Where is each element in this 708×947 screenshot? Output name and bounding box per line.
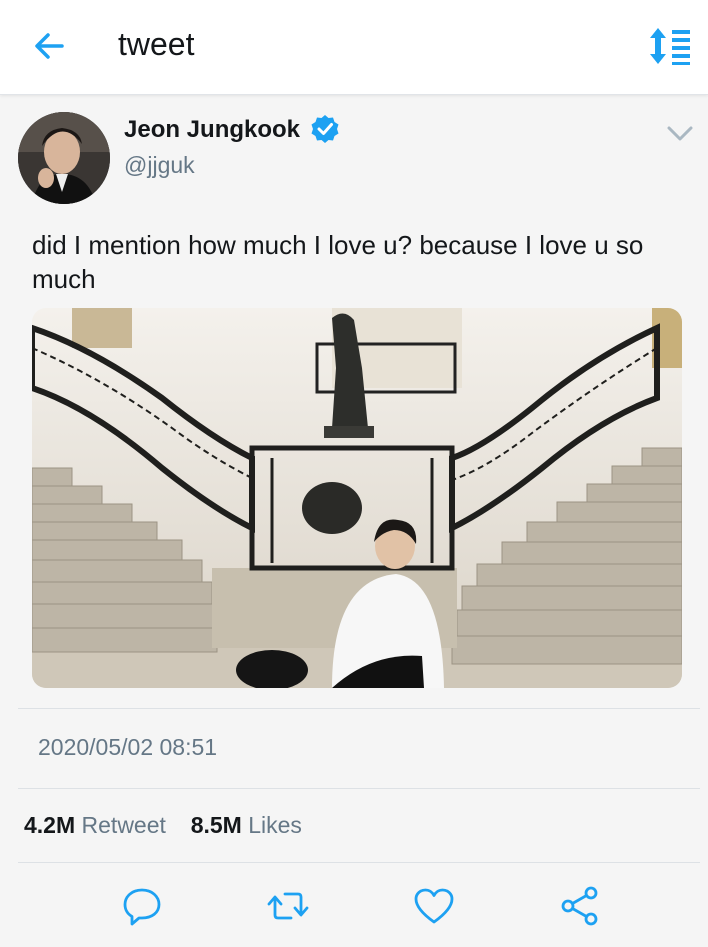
avatar[interactable] — [18, 112, 110, 204]
tweet-text: did I mention how much I love u? because… — [32, 230, 644, 294]
chevron-down-icon[interactable] — [664, 120, 696, 146]
retweet-label[interactable]: Retweet — [82, 812, 166, 838]
verified-badge-icon — [311, 115, 339, 143]
share-icon[interactable] — [558, 884, 602, 928]
user-handle[interactable]: @jjguk — [124, 152, 195, 179]
tweet-photo[interactable] — [32, 308, 682, 688]
like-count[interactable]: 8.5M — [191, 812, 242, 838]
retweet-count[interactable]: 4.2M — [24, 812, 75, 838]
reply-icon[interactable] — [120, 884, 164, 928]
divider — [18, 862, 700, 863]
likes-label[interactable]: Likes — [248, 812, 302, 838]
user-name[interactable]: Jeon Jungkook — [124, 116, 300, 144]
sort-icon[interactable] — [646, 26, 694, 66]
like-icon[interactable] — [412, 884, 456, 928]
top-bar: tweet — [0, 0, 708, 95]
avatar-image — [18, 112, 110, 204]
back-arrow-icon[interactable] — [30, 28, 70, 64]
tweet-timestamp: 2020/05/02 08:51 — [38, 734, 218, 760]
photo-image — [32, 308, 682, 688]
tweet-stats: 4.2M Retweet 8.5M Likes — [24, 812, 302, 839]
divider — [18, 788, 700, 789]
retweet-icon[interactable] — [266, 884, 310, 928]
page-title: tweet — [118, 26, 195, 62]
divider — [18, 708, 700, 709]
